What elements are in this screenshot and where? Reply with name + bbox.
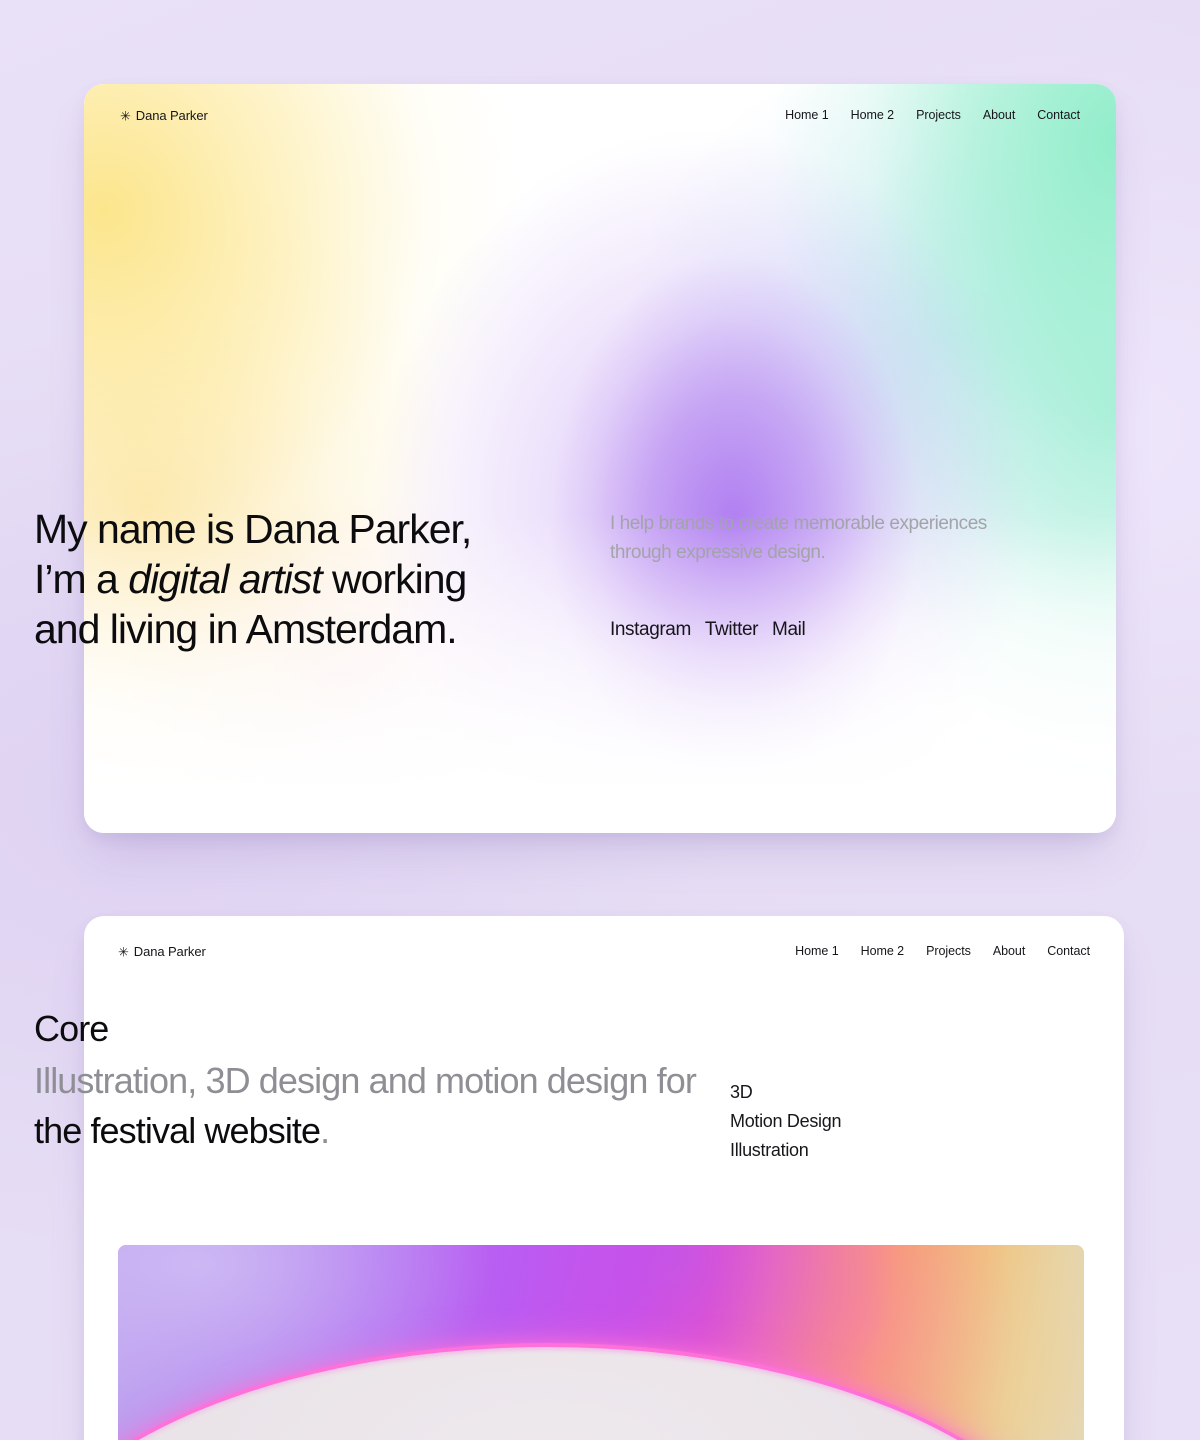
- brand-name: Dana Parker: [135, 107, 208, 123]
- asterisk-icon: ✳: [118, 944, 129, 959]
- nav-item-projects[interactable]: Projects: [926, 944, 971, 958]
- work-description-grey-tail: .: [320, 1110, 330, 1152]
- brand-logo[interactable]: ✳ Dana Parker: [120, 108, 208, 123]
- nav-item-about[interactable]: About: [993, 944, 1025, 958]
- nav-item-home-1[interactable]: Home 1: [795, 944, 839, 958]
- work-tag-illustration: Illustration: [730, 1140, 809, 1161]
- work-cover-image[interactable]: [118, 1245, 1084, 1440]
- nav-item-about[interactable]: About: [983, 108, 1015, 122]
- brand-name: Dana Parker: [133, 943, 206, 959]
- work-left-column: Core Illustration, 3D design and motion …: [34, 1008, 714, 1165]
- hero-tagline: I help brands to create memorable experi…: [610, 513, 987, 563]
- hero-headline-line-2-post: working: [321, 556, 467, 603]
- social-link-instagram[interactable]: Instagram: [610, 619, 691, 641]
- work-tag-3d: 3D: [730, 1082, 753, 1102]
- work-description-highlight: the festival website: [34, 1110, 321, 1152]
- asterisk-icon: ✳: [120, 108, 131, 123]
- hero-header: ✳ Dana Parker Home 1 Home 2 Projects Abo…: [84, 84, 1116, 146]
- social-link-mail[interactable]: Mail: [772, 619, 806, 641]
- nav-item-home-1[interactable]: Home 1: [785, 108, 829, 122]
- work-description-grey-lead: Illustration, 3D design and motion desig…: [34, 1060, 697, 1102]
- nav-item-projects[interactable]: Projects: [916, 108, 961, 122]
- nav-item-home-2[interactable]: Home 2: [861, 944, 905, 958]
- social-links: Instagram Twitter Mail: [610, 619, 1010, 641]
- work-tag-list: 3D Motion Design Illustration: [730, 1008, 990, 1165]
- hero-right-column: I help brands to create memorable experi…: [610, 504, 1010, 654]
- hero-headline-line-3: and living in Amsterdam.: [34, 606, 458, 653]
- nav-item-contact[interactable]: Contact: [1037, 108, 1080, 122]
- work-header: ✳ Dana Parker Home 1 Home 2 Projects Abo…: [84, 916, 1124, 986]
- hero-gradient-mesh: [84, 84, 1116, 784]
- work-description: Illustration, 3D design and motion desig…: [34, 1056, 714, 1155]
- nav-item-home-2[interactable]: Home 2: [851, 108, 895, 122]
- hero-headline: My name is Dana Parker, I’m a digital ar…: [34, 504, 594, 654]
- work-tag-motion-design: Motion Design: [730, 1111, 842, 1132]
- hero-headline-line-1: My name is Dana Parker,: [34, 506, 472, 552]
- nav-item-contact[interactable]: Contact: [1047, 944, 1090, 958]
- hero-card: ✳ Dana Parker Home 1 Home 2 Projects Abo…: [84, 84, 1116, 833]
- hero-content: My name is Dana Parker, I’m a digital ar…: [0, 504, 1200, 654]
- work-eyebrow: Core: [34, 1008, 109, 1049]
- hero-headline-line-2-pre: I’m a: [34, 556, 129, 603]
- hero-left-column: My name is Dana Parker, I’m a digital ar…: [34, 504, 594, 654]
- work-content: Core Illustration, 3D design and motion …: [0, 1008, 1200, 1165]
- social-link-twitter[interactable]: Twitter: [705, 619, 759, 641]
- hero-nav: Home 1 Home 2 Projects About Contact: [785, 108, 1080, 122]
- hero-headline-emphasis: digital artist: [128, 556, 322, 603]
- brand-logo-secondary[interactable]: ✳ Dana Parker: [118, 944, 206, 959]
- work-nav: Home 1 Home 2 Projects About Contact: [795, 944, 1090, 958]
